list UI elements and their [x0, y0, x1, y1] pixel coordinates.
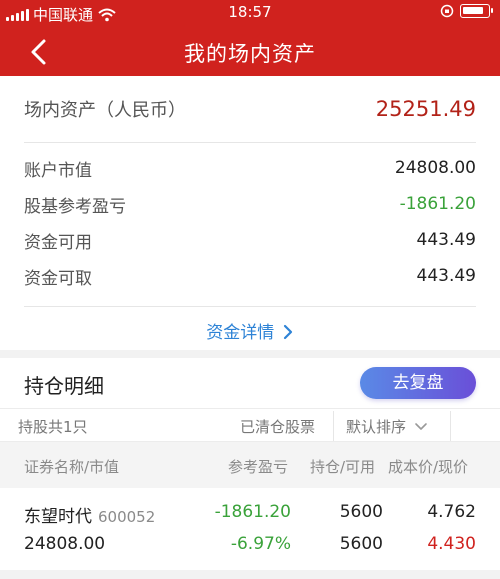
- total-assets-label: 场内资产（人民币）: [24, 100, 186, 121]
- stock-market-value: 24808.00: [24, 534, 106, 554]
- asset-summary-card: 场内资产（人民币） 25251.49 账户市值 24808.00 股基参考盈亏 …: [0, 76, 500, 350]
- stock-current-price: 4.430: [427, 534, 476, 554]
- stock-cost-price: 4.762: [427, 502, 476, 522]
- summary-row-market-value: 账户市值 24808.00: [24, 156, 476, 181]
- cleared-stocks-tab[interactable]: 已清仓股票: [240, 416, 315, 437]
- status-time: 18:57: [228, 3, 272, 21]
- sort-dropdown[interactable]: 默认排序: [346, 416, 428, 437]
- total-assets-row: 场内资产（人民币） 25251.49: [24, 95, 476, 123]
- summary-row-withdrawable: 资金可取 443.49: [24, 264, 476, 289]
- available-funds-label: 资金可用: [24, 232, 92, 253]
- withdrawable-funds-label: 资金可取: [24, 268, 92, 289]
- fund-details-label: 资金详情: [206, 323, 275, 343]
- holding-row[interactable]: 东望时代 600052 24808.00 -1861.20 -6.97% 5600…: [0, 488, 500, 570]
- col-pnl: 参考盈亏: [228, 458, 289, 476]
- pnl-label: 股基参考盈亏: [24, 196, 126, 217]
- app-header: 中国联通 18:57 我的场内资产: [0, 0, 500, 76]
- page-title: 我的场内资产: [184, 42, 316, 66]
- holdings-header: 持仓明细 去复盘: [0, 358, 500, 408]
- status-bar: 中国联通 18:57: [0, 0, 500, 26]
- summary-divider: [24, 142, 476, 143]
- summary-row-available: 资金可用 443.49: [24, 228, 476, 253]
- pnl-value: -1861.20: [399, 194, 476, 214]
- stock-position: 5600: [339, 502, 383, 522]
- sort-label: 默认排序: [346, 418, 407, 436]
- holdings-column-header: 证券名称/市值 参考盈亏 持仓/可用 成本价/现价: [0, 442, 500, 488]
- col-price: 成本价/现价: [388, 458, 469, 476]
- available-funds-value: 443.49: [416, 230, 476, 250]
- market-value-label: 账户市值: [24, 160, 92, 181]
- status-right: [440, 4, 493, 18]
- lock-rotation-icon: [440, 4, 454, 18]
- total-assets-value: 25251.49: [375, 97, 476, 121]
- chevron-right-icon: [283, 324, 292, 340]
- col-name-value: 证券名称/市值: [24, 458, 120, 476]
- review-button[interactable]: 去复盘: [360, 367, 476, 399]
- market-value-value: 24808.00: [394, 158, 476, 178]
- col-position: 持仓/可用: [310, 458, 376, 476]
- battery-icon: [460, 4, 493, 18]
- summary-row-pnl: 股基参考盈亏 -1861.20: [24, 192, 476, 217]
- holdings-count: 持股共1只: [18, 418, 88, 436]
- summary-divider-bottom: [24, 306, 476, 307]
- stock-code: 600052: [98, 508, 156, 526]
- withdrawable-funds-value: 443.49: [416, 266, 476, 286]
- holdings-filter-bar: 持股共1只 已清仓股票 默认排序: [0, 408, 500, 442]
- fund-details-link[interactable]: 资金详情: [0, 318, 500, 343]
- stock-name-cell: 东望时代 600052: [24, 502, 155, 527]
- filter-separator: [333, 411, 334, 441]
- holdings-title: 持仓明细: [24, 374, 104, 398]
- chevron-down-icon: [415, 422, 427, 430]
- stock-pnl-pct: -6.97%: [230, 534, 291, 554]
- stock-name: 东望时代: [24, 507, 92, 527]
- filter-separator-right: [450, 411, 451, 441]
- stock-pnl: -1861.20: [214, 502, 291, 522]
- stock-available: 5600: [339, 534, 383, 554]
